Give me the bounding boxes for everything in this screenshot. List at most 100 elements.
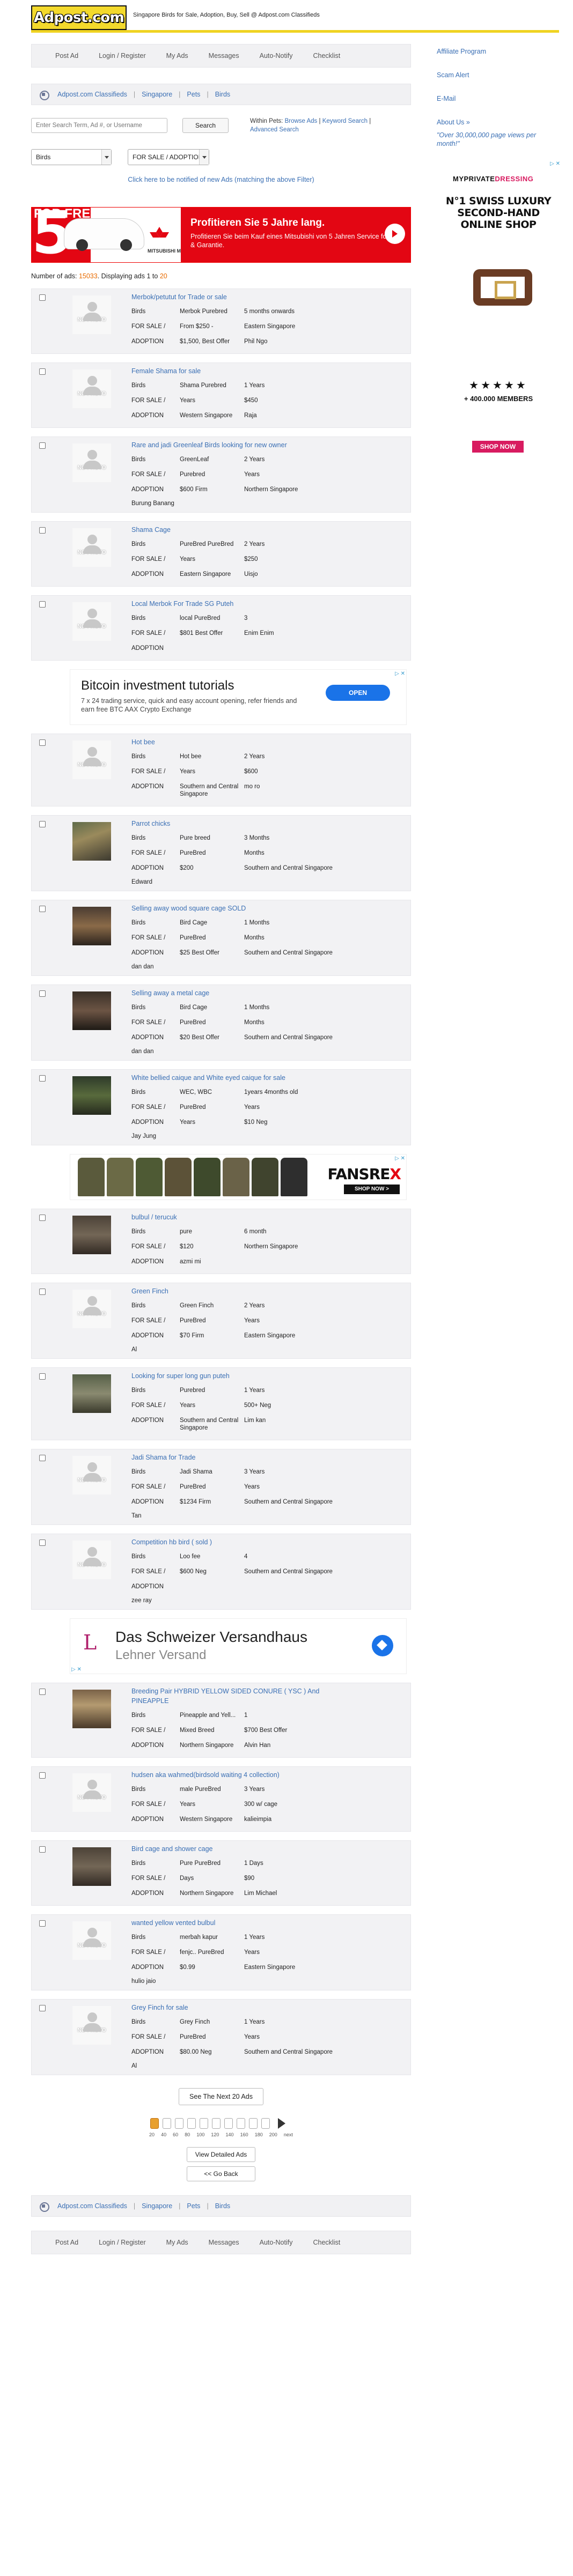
page-link[interactable]	[212, 2118, 221, 2129]
page-number[interactable]: 120	[211, 2132, 219, 2137]
nav-my-ads[interactable]: My Ads	[162, 52, 193, 60]
breadcrumb-birds[interactable]: Birds	[215, 2202, 230, 2210]
breadcrumb-adpost[interactable]: Adpost.com Classifieds	[57, 2202, 127, 2210]
select-checkbox[interactable]	[39, 2005, 46, 2011]
listing-title[interactable]: Breeding Pair HYBRID YELLOW SIDED CONURE…	[131, 1686, 346, 1706]
no-photo-placeholder[interactable]: NO PHOTO	[72, 1290, 111, 1328]
select-checkbox[interactable]	[39, 1373, 46, 1380]
listing-photo[interactable]	[72, 991, 111, 1030]
notify-link[interactable]: Click here to be notified of new Ads (ma…	[128, 176, 314, 183]
select-checkbox[interactable]	[39, 294, 46, 301]
listing-title[interactable]: wanted yellow vented bulbul	[131, 1918, 346, 1928]
listing-title[interactable]: Hot bee	[131, 737, 346, 747]
home-icon[interactable]	[39, 90, 49, 100]
site-logo[interactable]: Adpost.com	[31, 5, 127, 30]
select-checkbox[interactable]	[39, 739, 46, 746]
listing-photo[interactable]	[72, 1216, 111, 1254]
page-link[interactable]	[237, 2118, 245, 2129]
banner-arrow-icon[interactable]	[385, 224, 405, 244]
keyword-search-link[interactable]: Keyword Search	[322, 118, 368, 124]
search-button[interactable]: Search	[182, 118, 229, 133]
mpd-shop-button[interactable]: SHOP NOW	[472, 441, 524, 453]
listing-title[interactable]: Looking for super long gun puteh	[131, 1371, 346, 1381]
breadcrumb-singapore[interactable]: Singapore	[142, 91, 172, 98]
advanced-search-link[interactable]: Advanced Search	[250, 127, 299, 133]
no-photo-placeholder[interactable]: NO PHOTO	[72, 295, 111, 334]
select-checkbox[interactable]	[39, 527, 46, 534]
nav-auto-notify[interactable]: Auto-Notify	[255, 2239, 297, 2246]
no-photo-placeholder[interactable]: NO PHOTO	[72, 443, 111, 482]
no-photo-placeholder[interactable]: NO PHOTO	[72, 741, 111, 779]
select-checkbox[interactable]	[39, 1075, 46, 1082]
type-select[interactable]: FOR SALE / ADOPTION	[128, 149, 209, 165]
select-checkbox[interactable]	[39, 1455, 46, 1461]
browse-ads-link[interactable]: Browse Ads	[285, 118, 318, 124]
schweizer-versandhaus-ad[interactable]: ▷ ✕ L Das Schweizer Versandhaus Lehner Vers…	[70, 1618, 407, 1674]
listing-photo[interactable]	[72, 1847, 111, 1886]
view-detailed-ads-button[interactable]: View Detailed Ads	[187, 2147, 255, 2162]
nav-post-ad[interactable]: Post Ad	[51, 2239, 83, 2246]
listing-title[interactable]: Local Merbok For Trade SG Puteh	[131, 599, 346, 609]
listing-title[interactable]: Green Finch	[131, 1286, 346, 1296]
adchoices-icon[interactable]: ▷ ✕	[550, 161, 560, 167]
nav-login-register[interactable]: Login / Register	[94, 52, 150, 60]
page-link[interactable]	[249, 2118, 258, 2129]
page-number[interactable]: 40	[161, 2132, 166, 2137]
adchoices-icon[interactable]: ▷ ✕	[71, 1667, 82, 1672]
nav-post-ad[interactable]: Post Ad	[51, 52, 83, 60]
listing-title[interactable]: Shama Cage	[131, 525, 346, 535]
page-link[interactable]	[187, 2118, 196, 2129]
select-checkbox[interactable]	[39, 1539, 46, 1546]
bitcoin-ad[interactable]: ▷ ✕ Bitcoin investment tutorials 7 x 24 tr…	[70, 669, 407, 725]
no-photo-placeholder[interactable]: NO PHOTO	[72, 1921, 111, 1960]
no-photo-placeholder[interactable]: NO PHOTO	[72, 602, 111, 641]
select-checkbox[interactable]	[39, 821, 46, 827]
page-number[interactable]: 140	[226, 2132, 234, 2137]
myprivatedressing-ad[interactable]: ▷ ✕ MYPRIVATEDRESSING N°1 SWISS LUXURY S…	[437, 161, 560, 454]
select-checkbox[interactable]	[39, 1689, 46, 1695]
listing-title[interactable]: White bellied caique and White eyed caiq…	[131, 1073, 346, 1083]
search-input[interactable]	[31, 118, 167, 133]
adchoices-icon[interactable]: ▷ ✕	[395, 671, 405, 677]
nav-messages[interactable]: Messages	[204, 52, 244, 60]
select-checkbox[interactable]	[39, 906, 46, 912]
nav-checklist[interactable]: Checklist	[308, 2239, 344, 2246]
select-checkbox[interactable]	[39, 1215, 46, 1221]
next-arrow-icon[interactable]	[278, 2118, 291, 2129]
select-checkbox[interactable]	[39, 1846, 46, 1853]
listing-photo[interactable]	[72, 907, 111, 945]
page-number[interactable]: 20	[149, 2132, 155, 2137]
listing-title[interactable]: Jadi Shama for Trade	[131, 1453, 346, 1462]
page-number[interactable]: 180	[255, 2132, 263, 2137]
page-number[interactable]: 100	[196, 2132, 204, 2137]
nav-my-ads[interactable]: My Ads	[162, 2239, 193, 2246]
listing-title[interactable]: Rare and jadi Greenleaf Birds looking fo…	[131, 440, 346, 450]
page-link[interactable]	[163, 2118, 171, 2129]
breadcrumb-birds[interactable]: Birds	[215, 91, 230, 98]
sidebar-affiliate[interactable]: Affiliate Program	[437, 47, 560, 56]
breadcrumb-pets[interactable]: Pets	[187, 91, 200, 98]
nav-login-register[interactable]: Login / Register	[94, 2239, 150, 2246]
listing-title[interactable]: hudsen aka wahmed(birdsold waiting 4 col…	[131, 1770, 346, 1780]
listing-title[interactable]: bulbul / terucuk	[131, 1212, 346, 1222]
listing-photo[interactable]	[72, 1076, 111, 1115]
page-link[interactable]	[150, 2118, 159, 2129]
breadcrumb-pets[interactable]: Pets	[187, 2202, 200, 2210]
page-number[interactable]: 80	[185, 2132, 190, 2137]
sidebar-email[interactable]: E-Mail	[437, 94, 560, 103]
listing-photo[interactable]	[72, 822, 111, 861]
page-link[interactable]	[175, 2118, 183, 2129]
listing-photo[interactable]	[72, 1374, 111, 1413]
select-checkbox[interactable]	[39, 601, 46, 608]
page-link[interactable]	[200, 2118, 208, 2129]
select-checkbox[interactable]	[39, 1772, 46, 1779]
listing-title[interactable]: Female Shama for sale	[131, 366, 346, 376]
page-number[interactable]: 200	[269, 2132, 277, 2137]
listing-title[interactable]: Selling away a metal cage	[131, 988, 346, 998]
nav-messages[interactable]: Messages	[204, 2239, 244, 2246]
page-link[interactable]	[261, 2118, 270, 2129]
no-photo-placeholder[interactable]: NO PHOTO	[72, 2006, 111, 2045]
next-page-button[interactable]: See The Next 20 Ads	[179, 2088, 263, 2105]
nav-checklist[interactable]: Checklist	[308, 52, 344, 60]
home-icon[interactable]	[39, 2202, 49, 2212]
